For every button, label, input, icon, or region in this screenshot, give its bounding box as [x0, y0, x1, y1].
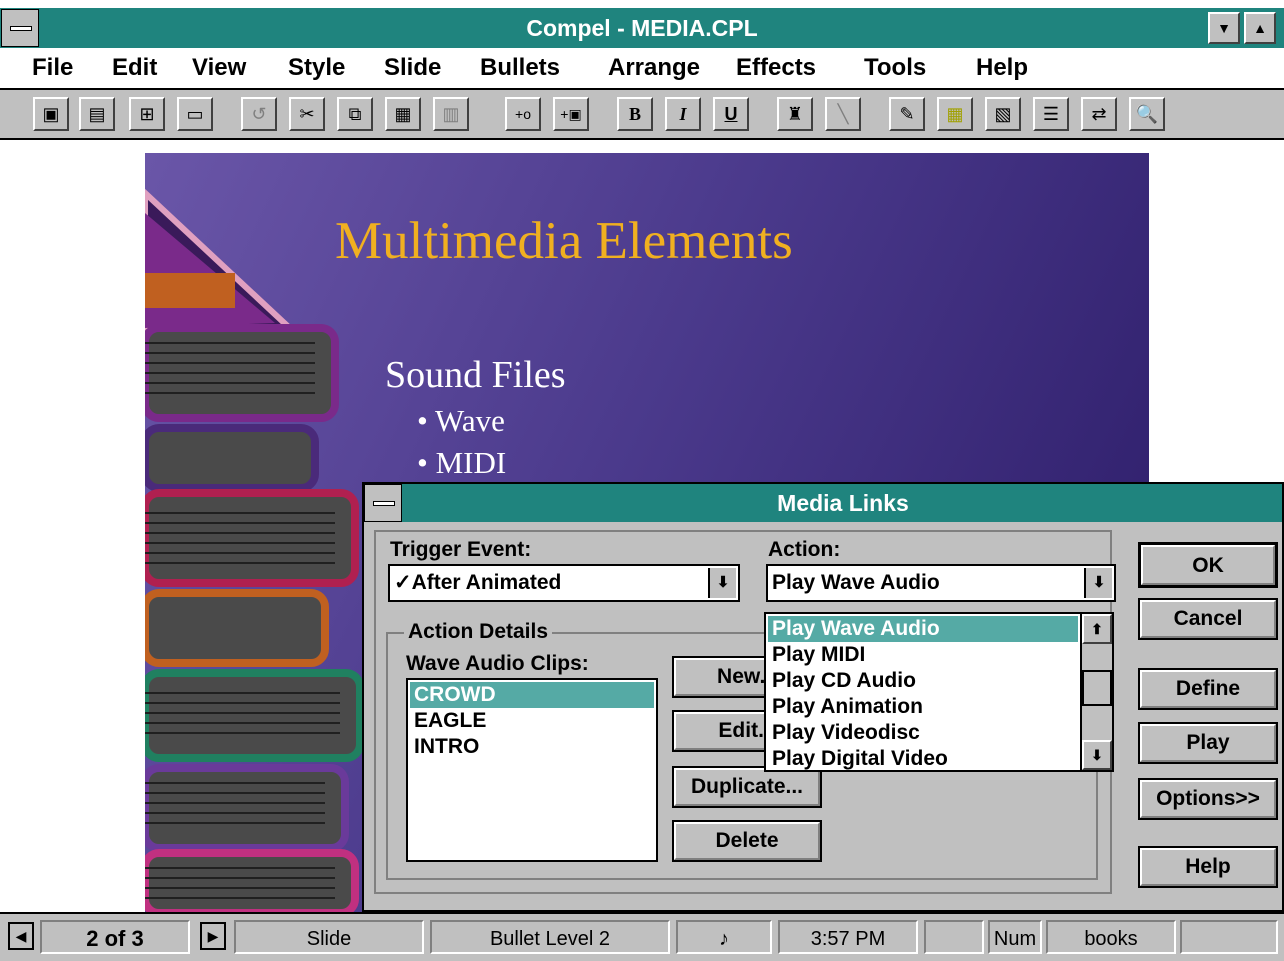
- window-title: Compel - MEDIA.CPL: [526, 15, 758, 41]
- action-details-label: Action Details: [404, 620, 553, 644]
- action-label: Action:: [768, 538, 841, 561]
- next-slide-icon[interactable]: ▶: [200, 922, 226, 950]
- action-value: Play Wave Audio: [772, 571, 940, 594]
- paint-icon[interactable]: ♜: [777, 97, 813, 131]
- play-button[interactable]: Play: [1138, 722, 1278, 764]
- page-indicator: 2 of 3: [40, 920, 190, 954]
- toolbar: ▣ ▤ ⊞ ▭ ↺ ✂ ⧉ ▦ ▥ +o +▣ B I U ♜ ╲ ✎ ▦ ▧ …: [0, 90, 1284, 140]
- cancel-button[interactable]: Cancel: [1138, 598, 1278, 640]
- action-dropdown[interactable]: Play Wave Audio ⬇: [766, 564, 1116, 602]
- paste-icon[interactable]: ▦: [385, 97, 421, 131]
- import-icon[interactable]: ▥: [433, 97, 469, 131]
- dialog-title-bar: Media Links: [364, 484, 1282, 522]
- action-dropdown-list[interactable]: Play Wave Audio Play MIDI Play CD Audio …: [764, 612, 1114, 772]
- slide-bullet-wave[interactable]: • Wave: [417, 403, 505, 439]
- save-icon[interactable]: ▣: [33, 97, 69, 131]
- scroll-thumb[interactable]: [1082, 670, 1112, 706]
- action-option-midi[interactable]: Play MIDI: [768, 642, 1078, 668]
- trigger-event-label: Trigger Event:: [390, 538, 532, 561]
- trigger-event-value: ✓After Animated: [394, 571, 562, 594]
- lines-icon[interactable]: ☰: [1033, 97, 1069, 131]
- copy-icon[interactable]: ⧉: [337, 97, 373, 131]
- clip-item-intro[interactable]: INTRO: [410, 734, 654, 760]
- menu-tools[interactable]: Tools: [864, 48, 926, 88]
- status-time: 3:57 PM: [778, 920, 918, 954]
- action-option-cd[interactable]: Play CD Audio: [768, 668, 1078, 694]
- wave-clips-label: Wave Audio Clips:: [406, 652, 589, 675]
- prev-slide-icon[interactable]: ◀: [8, 922, 34, 950]
- duplicate-button[interactable]: Duplicate...: [672, 766, 822, 808]
- edit-icon[interactable]: ✎: [889, 97, 925, 131]
- menu-edit[interactable]: Edit: [112, 48, 157, 88]
- slide-bullet-midi[interactable]: • MIDI: [417, 445, 506, 481]
- options-button[interactable]: Options>>: [1138, 778, 1278, 820]
- action-dropdown-arrow-icon[interactable]: ⬇: [1084, 568, 1112, 598]
- transition-icon[interactable]: ⇄: [1081, 97, 1117, 131]
- scroll-down-arrow-icon[interactable]: ⬇: [1082, 740, 1112, 770]
- slide-subtitle[interactable]: Sound Files: [385, 353, 566, 397]
- minimize-button[interactable]: ▼: [1208, 12, 1240, 44]
- undo-icon[interactable]: ↺: [241, 97, 277, 131]
- italic-icon[interactable]: I: [665, 97, 701, 131]
- menu-effects[interactable]: Effects: [736, 48, 816, 88]
- define-button[interactable]: Define: [1138, 668, 1278, 710]
- clip-item-crowd[interactable]: CROWD: [410, 682, 654, 708]
- drive-icon[interactable]: ▭: [177, 97, 213, 131]
- organize-icon[interactable]: ⊞: [129, 97, 165, 131]
- title-bar: Compel - MEDIA.CPL ▼ ▲: [0, 8, 1284, 48]
- sound-icon: ♪: [676, 920, 772, 954]
- media-link-icon[interactable]: 🔍: [1129, 97, 1165, 131]
- help-button[interactable]: Help: [1138, 846, 1278, 888]
- slide-title[interactable]: Multimedia Elements: [335, 211, 793, 271]
- status-extra-cell: [1180, 920, 1278, 954]
- trigger-dropdown-arrow-icon[interactable]: ⬇: [708, 568, 736, 598]
- ok-button[interactable]: OK: [1138, 542, 1278, 588]
- delete-button[interactable]: Delete: [672, 820, 822, 862]
- status-level: Bullet Level 2: [430, 920, 670, 954]
- top-edge-strip: [0, 0, 1284, 6]
- status-empty-cell: [924, 920, 984, 954]
- dialog-title: Media Links: [777, 490, 909, 516]
- status-bar: ◀ 2 of 3 ▶ Slide Bullet Level 2 ♪ 3:57 P…: [0, 912, 1284, 961]
- insert-text-icon[interactable]: +o: [505, 97, 541, 131]
- action-option-animation[interactable]: Play Animation: [768, 694, 1078, 720]
- underline-icon[interactable]: U: [713, 97, 749, 131]
- menu-bullets[interactable]: Bullets: [480, 48, 560, 88]
- action-option-digital-video[interactable]: Play Digital Video: [768, 746, 1078, 772]
- scroll-up-arrow-icon[interactable]: ⬆: [1082, 614, 1112, 644]
- action-list-scrollbar[interactable]: ⬆ ⬇: [1080, 614, 1112, 770]
- wand-icon[interactable]: ╲: [825, 97, 861, 131]
- insert-object-icon[interactable]: +▣: [553, 97, 589, 131]
- palette-icon[interactable]: ▦: [937, 97, 973, 131]
- menu-view[interactable]: View: [192, 48, 246, 88]
- print-preview-icon[interactable]: ▤: [79, 97, 115, 131]
- menu-slide[interactable]: Slide: [384, 48, 441, 88]
- action-option-wave[interactable]: Play Wave Audio: [768, 616, 1078, 642]
- trigger-event-dropdown[interactable]: ✓After Animated ⬇: [388, 564, 740, 602]
- pattern-icon[interactable]: ▧: [985, 97, 1021, 131]
- status-num: Num: [988, 920, 1042, 954]
- wave-clips-list[interactable]: CROWD EAGLE INTRO: [406, 678, 658, 862]
- menu-style[interactable]: Style: [288, 48, 345, 88]
- maximize-button[interactable]: ▲: [1244, 12, 1276, 44]
- cut-icon[interactable]: ✂: [289, 97, 325, 131]
- bold-icon[interactable]: B: [617, 97, 653, 131]
- action-option-videodisc[interactable]: Play Videodisc: [768, 720, 1078, 746]
- menu-bar: File Edit View Style Slide Bullets Arran…: [0, 48, 1284, 90]
- menu-help[interactable]: Help: [976, 48, 1028, 88]
- menu-arrange[interactable]: Arrange: [608, 48, 700, 88]
- status-template: books: [1046, 920, 1176, 954]
- status-view: Slide: [234, 920, 424, 954]
- clip-item-eagle[interactable]: EAGLE: [410, 708, 654, 734]
- menu-file[interactable]: File: [32, 48, 73, 88]
